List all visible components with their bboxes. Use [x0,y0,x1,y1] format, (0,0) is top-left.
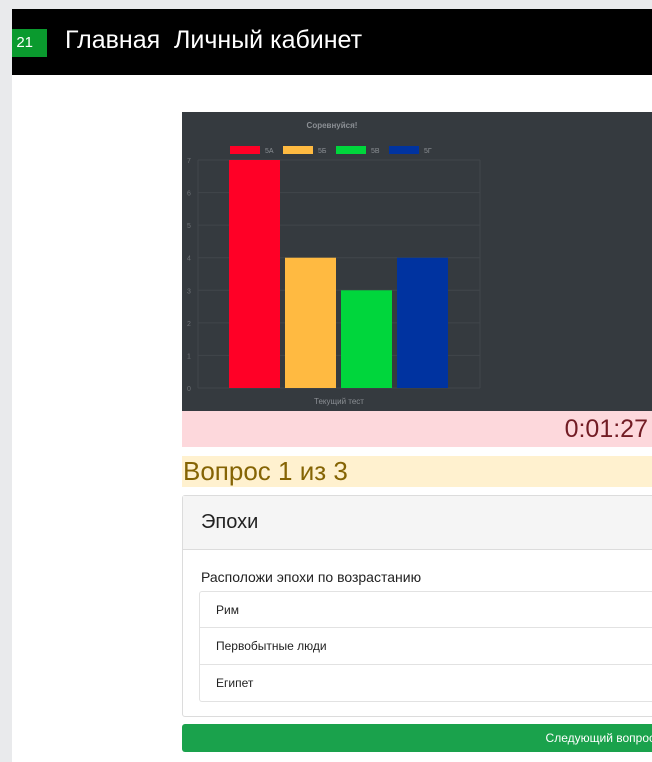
page: 21 Главная Личный кабинет Соревнуйся! 5А… [12,9,652,762]
chart-x-label: Текущий тест [314,397,364,406]
chart-bar [341,290,392,388]
question-progress-bar: Вопрос 1 из 3 [182,456,652,487]
answer-item[interactable]: Египет [199,665,652,702]
chart-y-ticks: 0 1 2 3 4 5 6 7 [187,158,191,393]
chart-y-tick-label: 7 [187,158,191,165]
chart-y-tick-label: 0 [187,386,191,393]
legend-label: 5А [265,148,274,155]
question-card: Эпохи Расположи эпохи по возрастанию Рим… [182,495,652,717]
chart-y-tick-label: 6 [187,191,191,198]
chart-bar [397,257,448,388]
legend-swatch [336,146,366,154]
chart-y-tick-label: 5 [187,223,191,230]
chart-y-tick-label: 4 [187,256,191,263]
nav-link-home[interactable]: Главная [65,26,160,55]
legend-swatch [283,146,313,154]
navbar: 21 Главная Личный кабинет [12,9,652,75]
chart-bars [229,160,448,388]
question-progress: Вопрос 1 из 3 [183,456,348,486]
timer-bar: 0:01:27 [182,411,652,447]
next-question-button[interactable]: Следующий вопрос [182,724,652,752]
chart-y-tick-label: 2 [187,321,191,328]
chart-y-tick-label: 1 [187,353,191,360]
nav-link-cabinet[interactable]: Личный кабинет [174,26,362,55]
question-title: Эпохи [201,511,259,533]
chart-bar [229,160,280,388]
legend-swatch [230,146,260,154]
legend-swatch [389,146,419,154]
answer-label: Первобытные люди [216,639,327,653]
chart-legend: 5А 5Б 5В 5Г [230,146,432,155]
answer-label: Египет [216,676,254,690]
answer-label: Рим [216,603,239,617]
competition-chart: Соревнуйся! 5А 5Б 5В 5Г 0 1 2 3 4 5 6 7 Текущий те… [182,112,652,411]
chart-canvas: Соревнуйся! 5А 5Б 5В 5Г 0 1 2 3 4 5 6 7 Текущий те… [187,121,481,406]
answer-item[interactable]: Первобытные люди [199,628,652,665]
chart-y-tick-label: 3 [187,288,191,295]
chart-title: Соревнуйся! [307,121,358,130]
chart-bar [285,257,336,388]
question-prompt: Расположи эпохи по возрастанию [201,569,422,585]
timer-value: 0:01:27 [564,415,648,443]
answer-list: Рим Первобытные люди Египет [199,591,652,702]
nav-badge-number: 21 [16,34,33,51]
legend-label: 5Г [424,148,432,155]
nav-badge: 21 [12,29,47,57]
legend-label: 5Б [318,148,327,155]
answer-item[interactable]: Рим [199,591,652,628]
card-header: Эпохи [183,496,652,550]
legend-label: 5В [371,148,380,155]
